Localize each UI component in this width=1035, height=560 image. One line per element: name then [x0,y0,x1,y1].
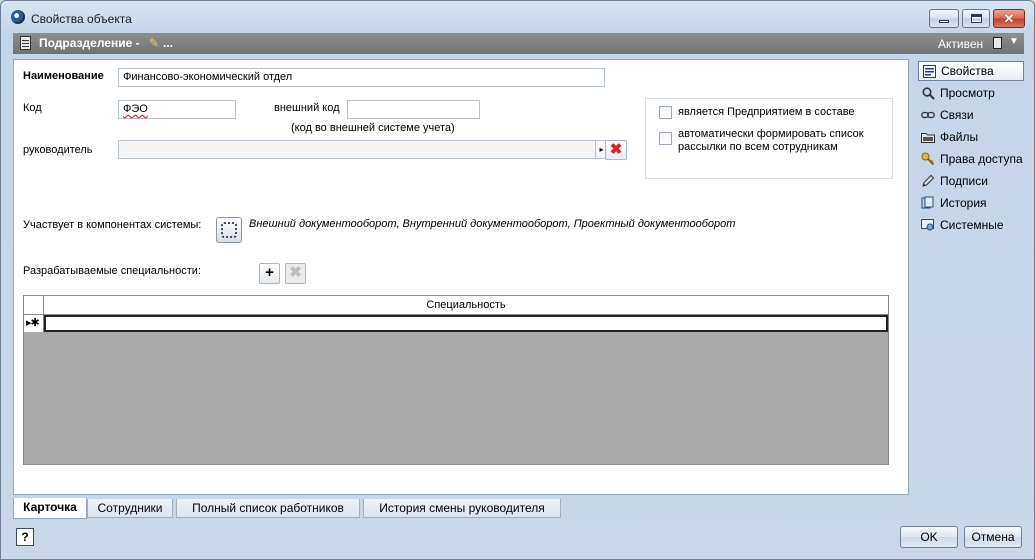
sidebar-item-history[interactable]: История [918,193,1024,213]
cancel-button[interactable]: Отмена [964,526,1022,548]
delete-icon: ✖ [289,264,302,281]
code-input[interactable]: ФЭО [118,100,236,119]
minimize-icon [939,20,949,23]
sidebar-item-system[interactable]: Системные [918,215,1024,235]
mailing-list-checkbox[interactable] [659,132,672,145]
new-row-cell[interactable] [44,315,888,332]
card-panel: Наименование Финансово-экономический отд… [13,59,909,495]
chevron-down-icon[interactable]: ▼ [1009,36,1019,47]
new-row[interactable]: ▸✱ [24,315,888,332]
grid-corner [24,296,44,315]
history-icon [921,196,935,210]
plus-icon: + [265,264,274,281]
help-button[interactable]: ? [16,528,34,546]
components-icon [221,222,237,238]
close-icon: ✕ [1003,11,1015,26]
external-code-hint: (код во внешней системе учета) [291,122,455,134]
status-document-icon[interactable] [993,37,1002,49]
add-specialty-button[interactable]: + [259,263,280,284]
object-header: Подразделение - ✎ ... Активен ▼ [13,33,1024,54]
manager-combobox[interactable] [118,140,608,159]
document-icon [20,36,31,50]
properties-icon [922,64,936,78]
sidebar-item-preview[interactable]: Просмотр [918,83,1024,103]
manager-label: руководитель [23,144,93,156]
tab-employees[interactable]: Сотрудники [87,499,173,518]
close-button[interactable]: ✕ [993,9,1025,28]
pen-icon [921,174,935,188]
pencil-icon[interactable]: ✎ [149,36,159,50]
sidebar-item-label: История [940,196,987,210]
sidebar: Свойства Просмотр Связи Файлы Права дост… [914,59,1027,495]
sidebar-item-signatures[interactable]: Подписи [918,171,1024,191]
sidebar-item-label: Подписи [940,174,988,188]
system-icon [921,218,935,232]
name-input[interactable]: Финансово-экономический отдел [118,68,605,87]
sidebar-item-label: Связи [940,108,974,122]
code-label: Код [23,102,42,114]
external-code-label: внешний код [274,102,340,114]
title-bar[interactable]: Свойства объекта ✕ [1,1,1034,31]
external-code-input[interactable] [347,100,480,119]
new-row-indicator: ▸✱ [24,315,44,332]
properties-window: Свойства объекта ✕ Подразделение - ✎ ...… [0,0,1035,560]
column-header-specialty[interactable]: Специальность [44,296,888,315]
delete-icon: ✖ [609,141,623,158]
tab-full-staff-list[interactable]: Полный список работников [176,499,360,518]
sidebar-item-files[interactable]: Файлы [918,127,1024,147]
grid-header: Специальность [24,296,888,315]
object-title-ellipsis: ... [163,36,174,50]
minimize-button[interactable] [929,9,959,28]
window-title: Свойства объекта [31,12,132,26]
folder-icon [921,130,935,144]
enterprise-checkbox[interactable] [659,106,672,119]
enterprise-checkbox-label: является Предприятием в составе [678,106,855,118]
sidebar-item-access-rights[interactable]: Права доступа [918,149,1024,169]
specialties-grid[interactable]: Специальность ▸✱ [23,295,889,465]
code-value: ФЭО [123,103,148,115]
components-label: Участвует в компонентах системы: [23,219,202,231]
tab-manager-history[interactable]: История смены руководителя [363,499,561,518]
sidebar-item-label: Просмотр [940,86,995,100]
key-icon [921,152,935,166]
tab-card[interactable]: Карточка [13,498,87,519]
sidebar-item-label: Файлы [940,130,979,144]
sidebar-item-properties[interactable]: Свойства [918,61,1024,81]
sidebar-item-links[interactable]: Связи [918,105,1024,125]
flags-group: является Предприятием в составе автомати… [645,98,893,179]
clear-manager-button[interactable]: ✖ [605,140,627,160]
ok-button[interactable]: OK [900,526,958,548]
maximize-icon [970,14,982,23]
components-button[interactable] [216,217,242,243]
magnifier-icon [921,86,935,100]
remove-specialty-button[interactable]: ✖ [285,263,306,284]
link-icon [921,108,935,122]
sidebar-item-label: Права доступа [940,152,1023,166]
sidebar-item-label: Системные [940,218,1004,232]
maximize-button[interactable] [962,9,990,28]
sidebar-item-label: Свойства [941,64,994,78]
object-title: Подразделение - [39,36,140,50]
app-icon [11,10,25,24]
specialties-label: Разрабатываемые специальности: [23,265,201,277]
status-label: Активен [938,37,984,51]
mailing-list-checkbox-label: автоматически формировать список рассылк… [678,128,864,153]
name-label: Наименование [23,70,104,82]
components-value: Внешний документооборот, Внутренний доку… [249,218,736,230]
